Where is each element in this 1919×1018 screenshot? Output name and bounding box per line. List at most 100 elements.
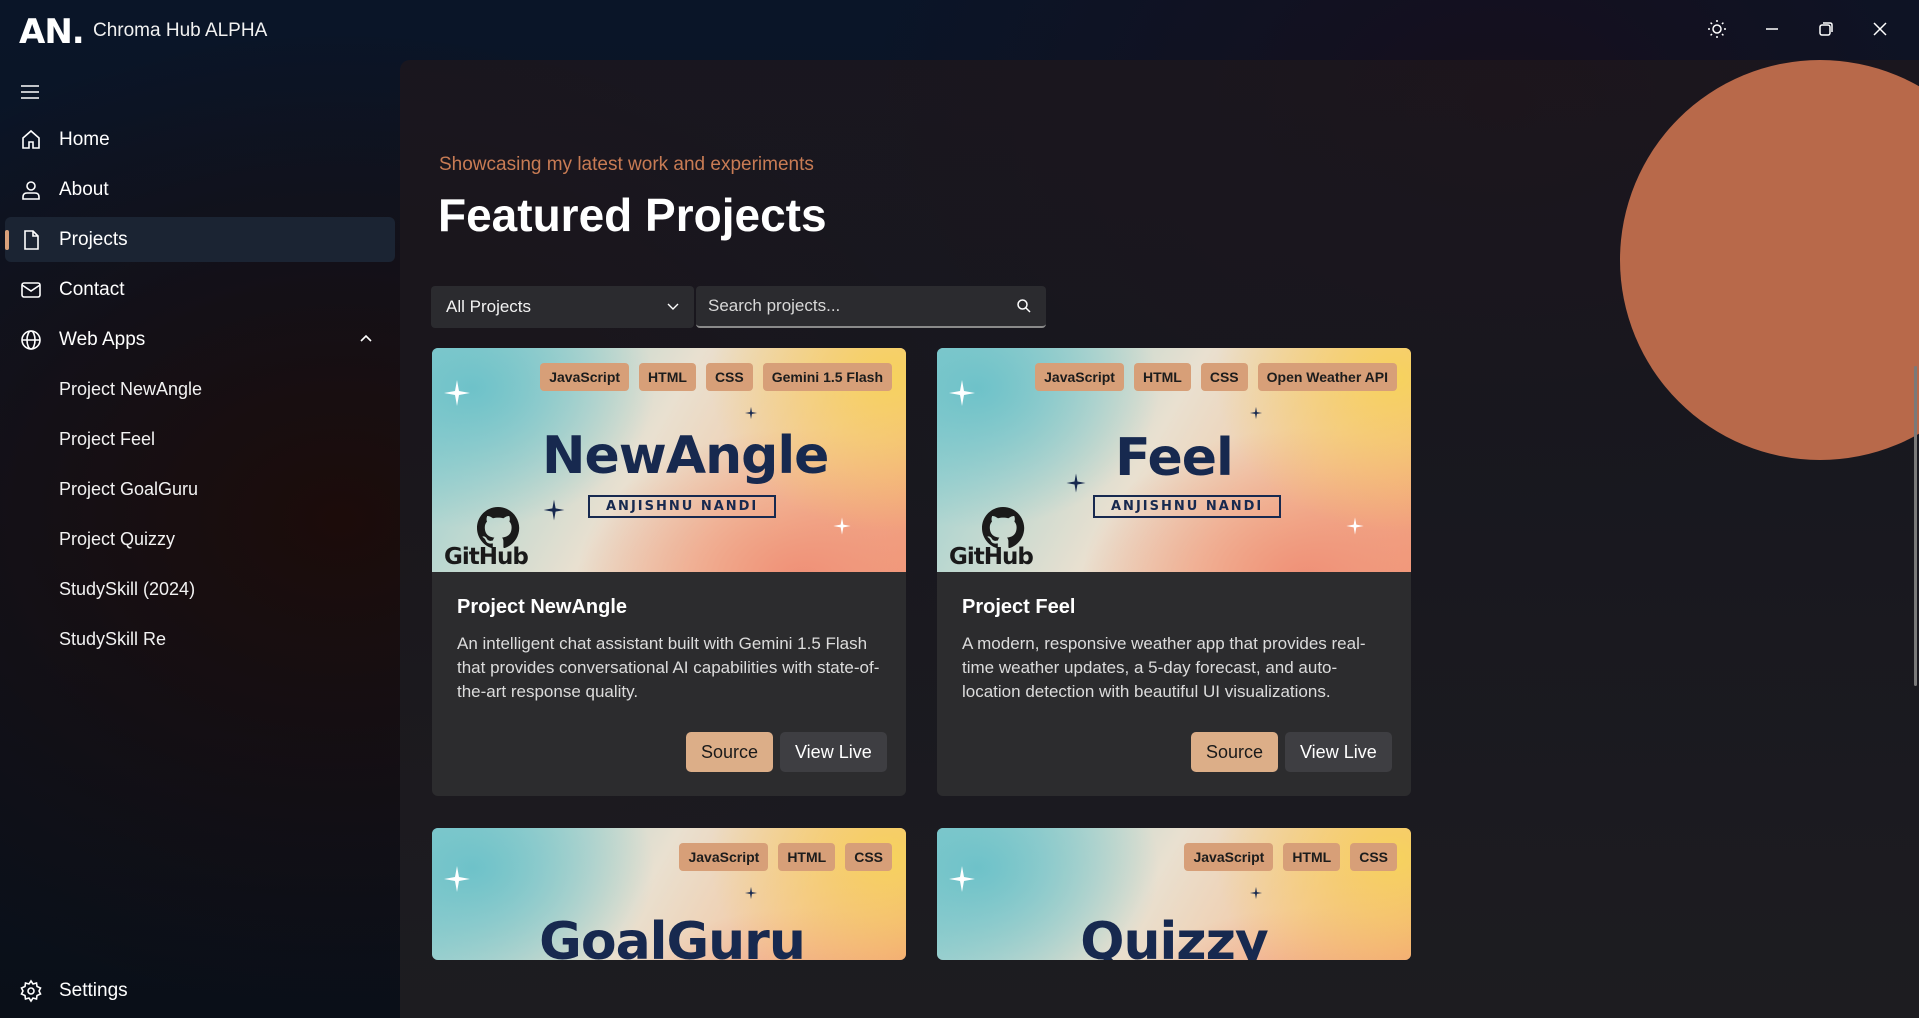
chevron-down-icon [666, 299, 680, 318]
tag-list: JavaScript HTML CSS Gemini 1.5 Flash [540, 363, 892, 391]
banner-subtitle: ANJISHNU NANDI [1093, 495, 1282, 518]
project-card-feel: JavaScript HTML CSS Open Weather API Fee… [937, 348, 1411, 796]
app-logo: AN. [19, 12, 85, 52]
tag: JavaScript [679, 843, 769, 871]
view-live-button[interactable]: View Live [1285, 732, 1392, 772]
tag: CSS [1350, 843, 1397, 871]
tag: CSS [1200, 363, 1248, 391]
main-content: Showcasing my latest work and experiment… [400, 60, 1919, 1018]
sidebar-item-web-apps[interactable]: Web Apps [5, 317, 395, 362]
sidebar-item-label: Settings [59, 979, 128, 1001]
tag: CSS [705, 363, 753, 391]
github-label: GitHub [949, 544, 1034, 570]
chevron-up-icon [359, 331, 373, 350]
sidebar-subitem-label: Project GoalGuru [59, 479, 199, 499]
sparkle-icon [949, 380, 975, 406]
sidebar-subitem-studyskill-2024[interactable]: StudySkill (2024) [5, 567, 395, 612]
sidebar-subitem-project-goalguru[interactable]: Project GoalGuru [5, 467, 395, 512]
sparkle-icon [444, 380, 470, 406]
app-title: Chroma Hub ALPHA [93, 20, 268, 41]
sidebar-subitem-studyskill-re[interactable]: StudySkill Re [5, 617, 395, 662]
view-live-button[interactable]: View Live [780, 732, 887, 772]
decorative-circle [1620, 60, 1919, 460]
hamburger-menu-button[interactable] [18, 82, 42, 102]
tag: JavaScript [540, 363, 630, 391]
restore-button[interactable] [1804, 10, 1848, 48]
search-input[interactable] [708, 294, 998, 318]
close-button[interactable] [1858, 10, 1902, 48]
document-icon [19, 228, 43, 252]
sparkle-icon [833, 517, 851, 535]
sidebar-subitem-project-feel[interactable]: Project Feel [5, 417, 395, 462]
gear-icon [19, 979, 43, 1003]
source-button[interactable]: Source [1191, 732, 1279, 772]
home-icon [19, 128, 43, 152]
banner-title: GoalGuru [539, 912, 806, 960]
tag-list: JavaScript HTML CSS [679, 843, 892, 871]
sidebar-subitem-project-quizzy[interactable]: Project Quizzy [5, 517, 395, 562]
project-banner: JavaScript HTML CSS GoalGuru [432, 828, 906, 960]
sparkle-icon [1249, 406, 1263, 420]
person-icon [19, 178, 43, 202]
title-bar: AN. Chroma Hub ALPHA [0, 0, 1919, 60]
tag: HTML [1283, 843, 1341, 871]
sidebar-item-label: About [59, 178, 109, 200]
theme-toggle-button[interactable] [1695, 10, 1739, 48]
project-banner: JavaScript HTML CSS Gemini 1.5 Flash New… [432, 348, 906, 572]
sidebar-item-contact[interactable]: Contact [5, 267, 395, 312]
project-description: A modern, responsive weather app that pr… [962, 634, 1366, 701]
sparkle-icon [744, 886, 758, 900]
project-card-quizzy: JavaScript HTML CSS Quizzy [937, 828, 1411, 960]
project-card-newangle: JavaScript HTML CSS Gemini 1.5 Flash New… [432, 348, 906, 796]
source-button[interactable]: Source [686, 732, 774, 772]
sparkle-icon [1249, 886, 1263, 900]
banner-title: NewAngle [542, 426, 829, 486]
sidebar-item-label: Web Apps [59, 328, 146, 350]
sidebar-subitem-project-newangle[interactable]: Project NewAngle [5, 367, 395, 412]
restore-icon [1819, 22, 1833, 36]
scrollbar[interactable] [1914, 366, 1917, 686]
tag: CSS [845, 843, 892, 871]
search-box[interactable] [696, 286, 1046, 328]
sidebar-item-projects[interactable]: Projects [5, 217, 395, 262]
project-title: Project NewAngle [457, 596, 628, 618]
project-card-goalguru: JavaScript HTML CSS GoalGuru [432, 828, 906, 960]
search-icon[interactable] [1016, 298, 1032, 319]
tag: Open Weather API [1257, 363, 1397, 391]
sidebar: Home About Projects Contact Web Apps Pro… [0, 60, 400, 1018]
banner-title: Quizzy [1080, 912, 1268, 960]
sidebar-subitem-label: Project Feel [59, 429, 156, 449]
sparkle-icon [543, 499, 565, 521]
github-label: GitHub [444, 544, 529, 570]
filter-value: All Projects [446, 297, 532, 316]
tag: HTML [639, 363, 696, 391]
project-filter-dropdown[interactable]: All Projects [431, 286, 694, 328]
sidebar-item-about[interactable]: About [5, 167, 395, 212]
tag-list: JavaScript HTML CSS Open Weather API [1035, 363, 1397, 391]
sidebar-subitem-label: StudySkill (2024) [59, 579, 196, 599]
sidebar-item-settings[interactable]: Settings [5, 968, 395, 1013]
tag: Gemini 1.5 Flash [762, 363, 892, 391]
banner-subtitle: ANJISHNU NANDI [588, 495, 777, 518]
tag: HTML [1133, 363, 1191, 391]
sidebar-item-label: Contact [59, 278, 125, 300]
minimize-icon [1766, 28, 1778, 30]
page-subtitle: Showcasing my latest work and experiment… [439, 154, 814, 175]
sidebar-subitem-label: Project Quizzy [59, 529, 176, 549]
sparkle-icon [949, 866, 975, 892]
sun-icon [1708, 20, 1726, 38]
tag: HTML [778, 843, 836, 871]
sidebar-subitem-label: Project NewAngle [59, 379, 203, 399]
tag: JavaScript [1184, 843, 1274, 871]
project-title: Project Feel [962, 596, 1076, 618]
minimize-button[interactable] [1750, 10, 1794, 48]
tag: JavaScript [1035, 363, 1124, 391]
mail-icon [19, 278, 43, 302]
sidebar-item-label: Projects [59, 228, 128, 250]
project-banner: JavaScript HTML CSS Quizzy [937, 828, 1411, 960]
banner-title: Feel [1115, 428, 1234, 488]
hamburger-icon [21, 85, 39, 99]
sidebar-item-home[interactable]: Home [5, 117, 395, 162]
sidebar-item-label: Home [59, 128, 110, 150]
tag-list: JavaScript HTML CSS [1184, 843, 1397, 871]
